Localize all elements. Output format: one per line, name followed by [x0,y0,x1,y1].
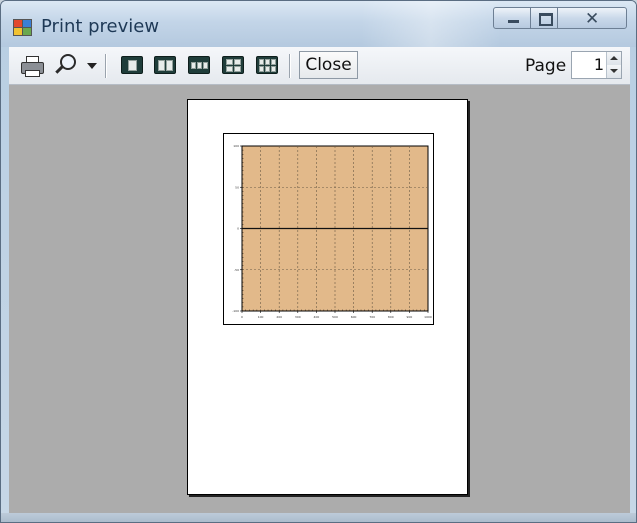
spin-up-arrow-icon[interactable] [606,52,621,65]
six-pages-layout-button[interactable] [256,56,278,74]
print-preview-window: Print preview ✕ Close Page 1 0 100 200 3… [0,0,637,523]
two-pages-layout-button[interactable] [154,56,176,74]
zoom-dropdown-arrow-icon[interactable] [87,63,97,69]
x-tick-label: 800 [388,315,394,319]
four-pages-layout-button[interactable] [222,56,244,74]
title-bar[interactable]: Print preview ✕ [1,1,636,47]
y-tick-label: -100 [232,309,239,313]
spin-down-arrow-icon[interactable] [606,65,621,78]
window-bottom-border [1,513,636,522]
maximize-button[interactable] [530,7,558,29]
y-tick-label: 50 [235,185,239,189]
y-tick-label: 100 [233,144,239,148]
app-icon[interactable] [13,19,33,37]
minimize-button[interactable] [493,7,531,29]
x-tick-label: 400 [314,315,320,319]
toolbar-separator [105,54,106,78]
one-page-layout-button[interactable] [121,56,143,74]
page-number-spinner[interactable]: 1 [571,51,622,79]
chart-thumbnail: 0 100 200 300 400 500 600 700 800 900 1000 100 50 0 -5… [223,133,434,325]
toolbar-separator [289,54,290,78]
x-tick-label: 1000 [424,315,432,319]
x-tick-label: 900 [407,315,413,319]
printer-icon[interactable] [21,56,44,77]
close-window-button[interactable]: ✕ [557,7,627,29]
close-preview-button[interactable]: Close [299,51,358,79]
title-bar-glare [361,1,501,47]
y-tick-label: 0 [237,227,239,231]
x-tick-label: 300 [295,315,301,319]
page-label: Page [525,56,567,76]
preview-area[interactable]: 0 100 200 300 400 500 600 700 800 900 1000 100 50 0 -5… [9,85,630,513]
preview-toolbar: Close Page 1 [9,47,630,85]
window-title: Print preview [41,16,160,37]
x-tick-label: 200 [276,315,282,319]
x-tick-label: 100 [258,315,264,319]
minimize-icon [508,20,519,23]
magnifier-icon[interactable] [54,54,78,76]
page-number-value[interactable]: 1 [594,55,604,74]
x-tick-label: 500 [332,315,338,319]
preview-page: 0 100 200 300 400 500 600 700 800 900 1000 100 50 0 -5… [187,99,468,495]
chart-svg: 0 100 200 300 400 500 600 700 800 900 1000100500-5… [232,144,432,319]
x-tick-label: 600 [351,315,357,319]
maximize-icon [539,13,553,26]
x-tick-label: 700 [369,315,375,319]
y-tick-label: -50 [234,268,239,272]
close-icon: ✕ [585,9,600,29]
three-pages-layout-button[interactable] [188,56,210,74]
x-tick-label: 0 [241,315,243,319]
